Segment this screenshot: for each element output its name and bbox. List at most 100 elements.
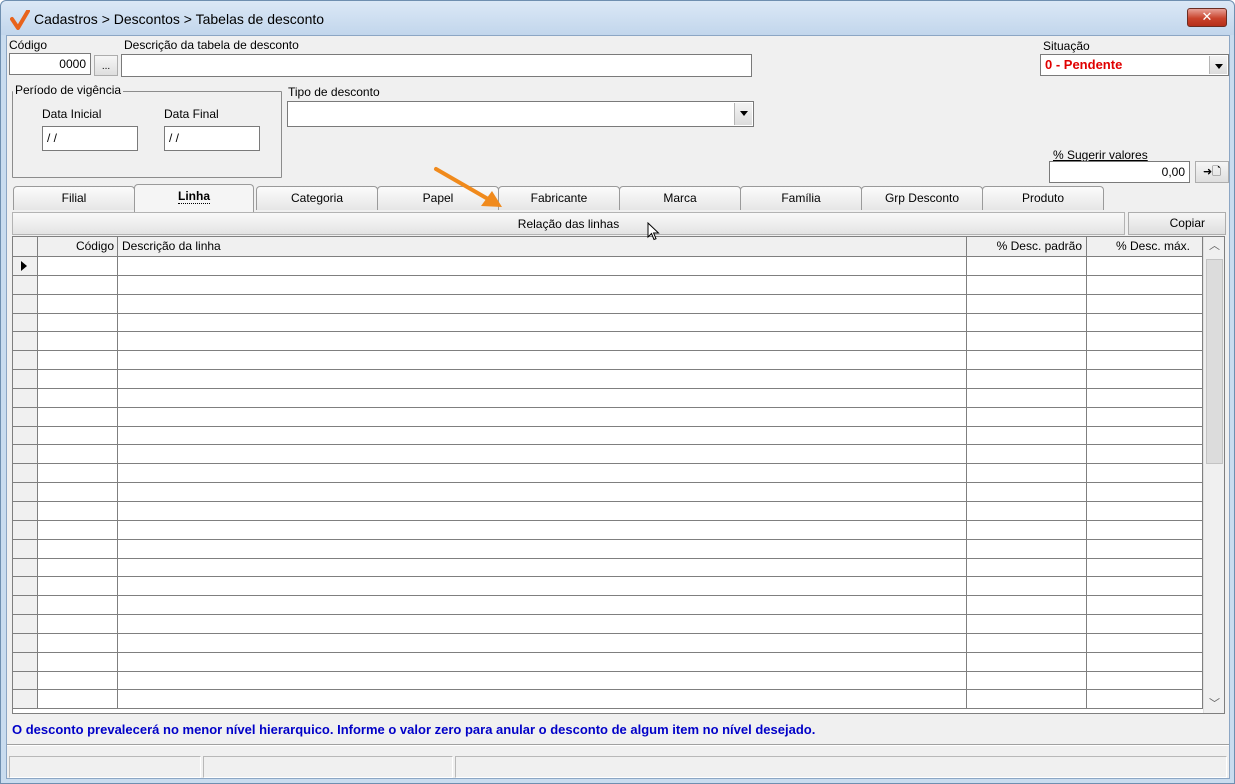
table-cell[interactable] [38,332,118,351]
table-cell[interactable] [1087,257,1203,275]
table-cell[interactable] [967,558,1087,577]
table-cell[interactable] [967,351,1087,370]
table-cell[interactable] [118,388,967,407]
table-cell[interactable] [967,464,1087,483]
table-row[interactable] [13,558,1203,578]
table-cell[interactable] [1087,558,1203,577]
table-cell[interactable] [118,294,967,313]
copy-button[interactable]: Copiar [1128,212,1226,235]
tab-filial[interactable]: Filial [13,186,135,210]
table-cell[interactable] [1087,407,1203,426]
table-cell[interactable] [1087,313,1203,332]
table-cell[interactable] [38,633,118,652]
table-cell[interactable] [38,501,118,520]
table-cell[interactable] [1087,351,1203,370]
table-row[interactable] [13,501,1203,521]
table-cell[interactable] [118,539,967,558]
table-row[interactable] [13,445,1203,465]
situacao-chevron-down-icon[interactable] [1209,56,1227,74]
tab-familia[interactable]: Família [740,186,862,210]
table-cell[interactable] [967,633,1087,652]
table-cell[interactable] [38,426,118,445]
table-cell[interactable] [967,313,1087,332]
table-cell[interactable] [118,690,967,709]
table-cell[interactable] [38,351,118,370]
table-cell[interactable] [1087,652,1203,671]
table-cell[interactable] [967,577,1087,596]
table-cell[interactable] [967,539,1087,558]
table-cell[interactable] [967,483,1087,501]
table-row[interactable] [13,332,1203,352]
table-row[interactable] [13,615,1203,634]
vertical-scrollbar[interactable]: ︿ ﹀ [1203,237,1224,713]
table-cell[interactable] [38,407,118,426]
table-row[interactable] [13,690,1203,710]
table-cell[interactable] [1087,501,1203,520]
table-cell[interactable] [118,652,967,671]
sugerir-field[interactable]: 0,00 [1049,161,1190,183]
table-cell[interactable] [1087,464,1203,483]
table-cell[interactable] [1087,294,1203,313]
table-row[interactable] [13,671,1203,691]
table-cell[interactable] [38,577,118,596]
table-cell[interactable] [118,426,967,445]
table-cell[interactable] [1087,615,1203,633]
table-cell[interactable] [118,257,967,275]
table-cell[interactable] [118,633,967,652]
table-cell[interactable] [118,351,967,370]
grid-header-desc-padrao[interactable]: % Desc. padrão [967,237,1087,257]
grid-header-desc-max[interactable]: % Desc. máx. [1087,237,1203,257]
table-cell[interactable] [118,596,967,615]
table-cell[interactable] [967,275,1087,294]
codigo-field[interactable]: 0000 [9,53,91,75]
table-row[interactable] [13,426,1203,446]
table-row[interactable] [13,464,1203,484]
table-cell[interactable] [38,615,118,633]
table-cell[interactable] [118,464,967,483]
situacao-select[interactable]: 0 - Pendente [1040,54,1229,76]
table-cell[interactable] [967,520,1087,539]
table-row[interactable] [13,313,1203,333]
apply-suggestion-button[interactable]: ➜🗋 [1195,161,1229,183]
table-cell[interactable] [38,388,118,407]
scroll-thumb[interactable] [1206,259,1223,464]
table-cell[interactable] [967,388,1087,407]
table-cell[interactable] [1087,577,1203,596]
title-bar[interactable]: Cadastros > Descontos > Tabelas de desco… [1,1,1234,35]
data-final-field[interactable]: / / [164,126,260,151]
table-cell[interactable] [118,407,967,426]
table-cell[interactable] [967,294,1087,313]
table-cell[interactable] [1087,596,1203,615]
table-row[interactable] [13,596,1203,616]
table-cell[interactable] [38,257,118,275]
table-cell[interactable] [1087,445,1203,464]
table-cell[interactable] [38,539,118,558]
table-row[interactable] [13,652,1203,672]
table-cell[interactable] [38,596,118,615]
table-cell[interactable] [38,520,118,539]
table-cell[interactable] [118,275,967,294]
table-cell[interactable] [1087,332,1203,351]
lookup-button[interactable]: ... [94,55,118,76]
table-cell[interactable] [38,652,118,671]
table-cell[interactable] [967,671,1087,690]
tab-linha[interactable]: Linha [134,184,254,212]
table-cell[interactable] [967,426,1087,445]
table-row[interactable] [13,275,1203,295]
scroll-up-icon[interactable]: ︿ [1204,237,1224,255]
table-row[interactable] [13,539,1203,559]
table-cell[interactable] [1087,388,1203,407]
table-row[interactable] [13,294,1203,314]
tab-categoria[interactable]: Categoria [256,186,378,210]
table-cell[interactable] [38,690,118,709]
grid-header-codigo[interactable]: Código [38,237,118,257]
table-cell[interactable] [967,690,1087,709]
table-cell[interactable] [38,464,118,483]
table-cell[interactable] [118,332,967,351]
table-cell[interactable] [118,671,967,690]
table-cell[interactable] [1087,426,1203,445]
tipo-desconto-select[interactable] [287,101,754,127]
table-cell[interactable] [118,558,967,577]
table-cell[interactable] [38,294,118,313]
table-cell[interactable] [38,483,118,501]
